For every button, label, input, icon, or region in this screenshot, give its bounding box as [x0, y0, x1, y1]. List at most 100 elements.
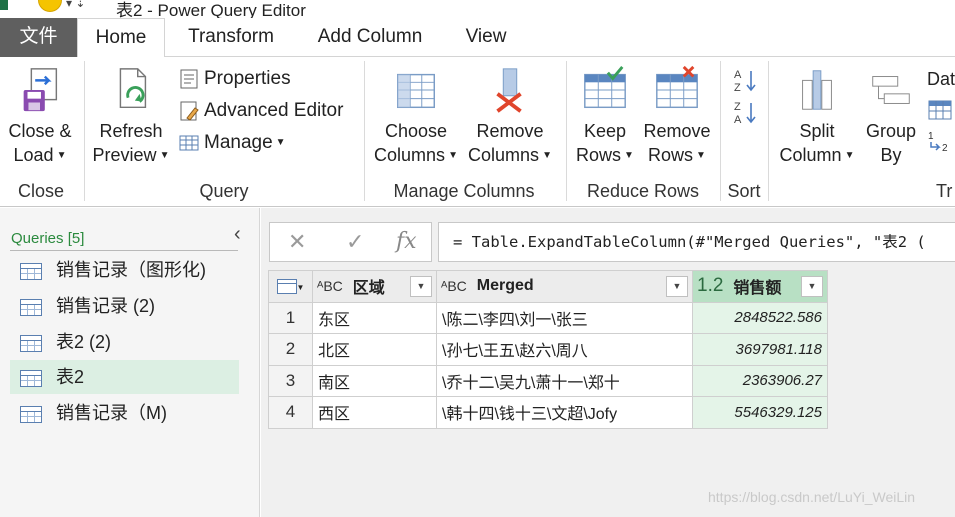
chevron-down-icon: ▼ [696, 150, 706, 162]
group-divider [566, 61, 567, 201]
fx-icon[interactable]: fx [396, 229, 417, 254]
text-type-icon[interactable]: ᴬBC [317, 278, 343, 294]
data-type-button[interactable]: Dat [927, 66, 955, 92]
chevron-down-icon: ▼ [275, 137, 286, 148]
column-filter-button[interactable]: ▼ [801, 276, 823, 297]
text-type-icon[interactable]: ᴬBC [441, 278, 467, 294]
query-item[interactable]: 销售记录（图形化) [10, 253, 239, 287]
query-item[interactable]: 表2 (2) [10, 325, 239, 359]
manage-icon [179, 135, 199, 151]
query-item[interactable]: 销售记录 (2) [10, 289, 239, 323]
row-number: 2 [268, 333, 313, 366]
split-column-label-1: Split [799, 121, 835, 141]
cell-merged[interactable]: \孙七\王五\赵六\周八 [436, 333, 693, 366]
quick-access-toolbar[interactable]: ▾ ⇣ [66, 0, 85, 10]
manage-button[interactable]: Manage ▼ [178, 130, 286, 156]
remove-columns-button[interactable]: Remove Columns ▼ [464, 65, 556, 168]
data-grid: ▼ ᴬBC 区域 ▼ ᴬBC Merged ▼ 1.2 销售额 ▼ 1 东区 \陈 [268, 270, 828, 429]
formula-input[interactable]: = Table.ExpandTableColumn(#"Merged Queri… [438, 222, 955, 262]
svg-text:1: 1 [928, 131, 934, 142]
replace-values-icon[interactable]: 1 2 [928, 129, 954, 153]
cell-region[interactable]: 南区 [312, 364, 437, 397]
remove-rows-button[interactable]: Remove Rows ▼ [640, 65, 714, 168]
cell-sales[interactable]: 3697981.118 [692, 333, 828, 366]
column-filter-button[interactable]: ▼ [410, 276, 432, 297]
query-item-label: 销售记录（图形化) [56, 260, 206, 280]
smiley-feedback-icon[interactable] [38, 0, 62, 12]
query-item[interactable]: 销售记录（M) [10, 396, 239, 430]
remove-rows-label-1: Remove [643, 121, 711, 141]
data-type-label: Dat [927, 69, 955, 89]
formula-controls: ✕ ✓ fx [269, 222, 432, 262]
tab-add-column[interactable]: Add Column [300, 18, 440, 57]
svg-text:2: 2 [942, 143, 948, 153]
query-group-label: Query [199, 181, 249, 201]
table-row: 4 西区 \韩十四\钱十三\文超\Jofy 5546329.125 [268, 396, 828, 429]
ribbon: Close & Load ▼ Close Refresh Preview ▼ Pro… [0, 57, 955, 207]
row-number: 4 [268, 396, 313, 429]
manage-label: Manage [204, 132, 273, 154]
cell-region[interactable]: 东区 [312, 301, 437, 334]
split-column-label-2: Column [779, 145, 842, 165]
commit-formula-icon[interactable]: ✓ [346, 229, 364, 255]
tab-file[interactable]: 文件 [0, 18, 77, 57]
collapse-pane-icon[interactable]: ‹ [234, 223, 241, 246]
cell-sales[interactable]: 5546329.125 [692, 396, 828, 429]
svg-text:A: A [734, 69, 742, 81]
decimal-type-icon[interactable]: 1.2 [697, 275, 723, 297]
reduce-rows-group: Keep Rows ▼ Remove Rows ▼ Reduce Rows [568, 57, 718, 207]
remove-rows-icon [656, 65, 698, 109]
properties-icon [180, 69, 198, 89]
chevron-down-icon: ▼ [542, 150, 552, 162]
cell-region[interactable]: 北区 [312, 333, 437, 366]
properties-button[interactable]: Properties [178, 66, 291, 92]
column-header[interactable]: 1.2 销售额 ▼ [692, 270, 828, 303]
remove-rows-label-2: Rows [648, 145, 694, 165]
remove-columns-icon [496, 68, 522, 113]
tab-view[interactable]: View [455, 18, 517, 57]
cancel-formula-icon[interactable]: ✕ [288, 229, 306, 255]
split-column-button[interactable]: Split Column ▼ [774, 65, 860, 168]
cell-merged[interactable]: \韩十四\钱十三\文超\Jofy [436, 396, 693, 429]
chevron-down-icon: ▼ [296, 283, 305, 293]
transform-group-label: Tr [936, 181, 953, 201]
query-item-selected[interactable]: 表2 [10, 360, 239, 394]
cell-merged[interactable]: \乔十二\吴九\萧十一\郑十 [436, 364, 693, 397]
refresh-preview-button[interactable]: Refresh Preview ▼ [90, 65, 172, 168]
cell-sales[interactable]: 2363906.27 [692, 364, 828, 397]
table-menu-button[interactable]: ▼ [268, 270, 313, 303]
cell-sales[interactable]: 2848522.586 [692, 301, 828, 334]
row-number: 1 [268, 301, 313, 334]
advanced-editor-button[interactable]: Advanced Editor [178, 98, 343, 124]
group-divider [364, 61, 365, 201]
use-first-row-headers-icon[interactable] [928, 99, 952, 121]
sort-descending-icon[interactable]: Z A [732, 99, 758, 125]
choose-columns-label-2: Columns [374, 145, 446, 165]
cell-region[interactable]: 西区 [312, 396, 437, 429]
column-header[interactable]: ᴬBC Merged ▼ [436, 270, 693, 303]
table-icon [20, 298, 42, 316]
cell-merged[interactable]: \陈二\李四\刘一\张三 [436, 301, 693, 334]
tab-transform[interactable]: Transform [176, 18, 286, 57]
column-filter-button[interactable]: ▼ [666, 276, 688, 297]
excel-app-icon [0, 0, 8, 10]
watermark: https://blog.csdn.net/LuYi_WeiLin [708, 489, 916, 505]
remove-columns-label-1: Remove [476, 121, 544, 141]
queries-divider [10, 250, 238, 251]
choose-columns-button[interactable]: Choose Columns ▼ [370, 65, 462, 168]
keep-rows-button[interactable]: Keep Rows ▼ [572, 65, 638, 168]
query-item-label: 表2 [56, 367, 85, 387]
column-header[interactable]: ᴬBC 区域 ▼ [312, 270, 437, 303]
group-divider [720, 61, 721, 201]
chevron-down-icon: ▼ [844, 150, 855, 162]
tab-home[interactable]: Home [77, 18, 165, 58]
close-and-load-button[interactable]: Close & Load ▼ [2, 65, 78, 168]
sort-ascending-icon[interactable]: A Z [732, 67, 758, 93]
properties-label: Properties [204, 68, 291, 89]
group-by-button[interactable]: Group By [860, 65, 922, 167]
column-header-label: Merged [476, 277, 534, 295]
refresh-icon [119, 68, 147, 109]
close-and-load-label-1: Close & [8, 121, 72, 141]
keep-rows-label-2: Rows [576, 145, 622, 165]
svg-text:Z: Z [734, 101, 741, 113]
